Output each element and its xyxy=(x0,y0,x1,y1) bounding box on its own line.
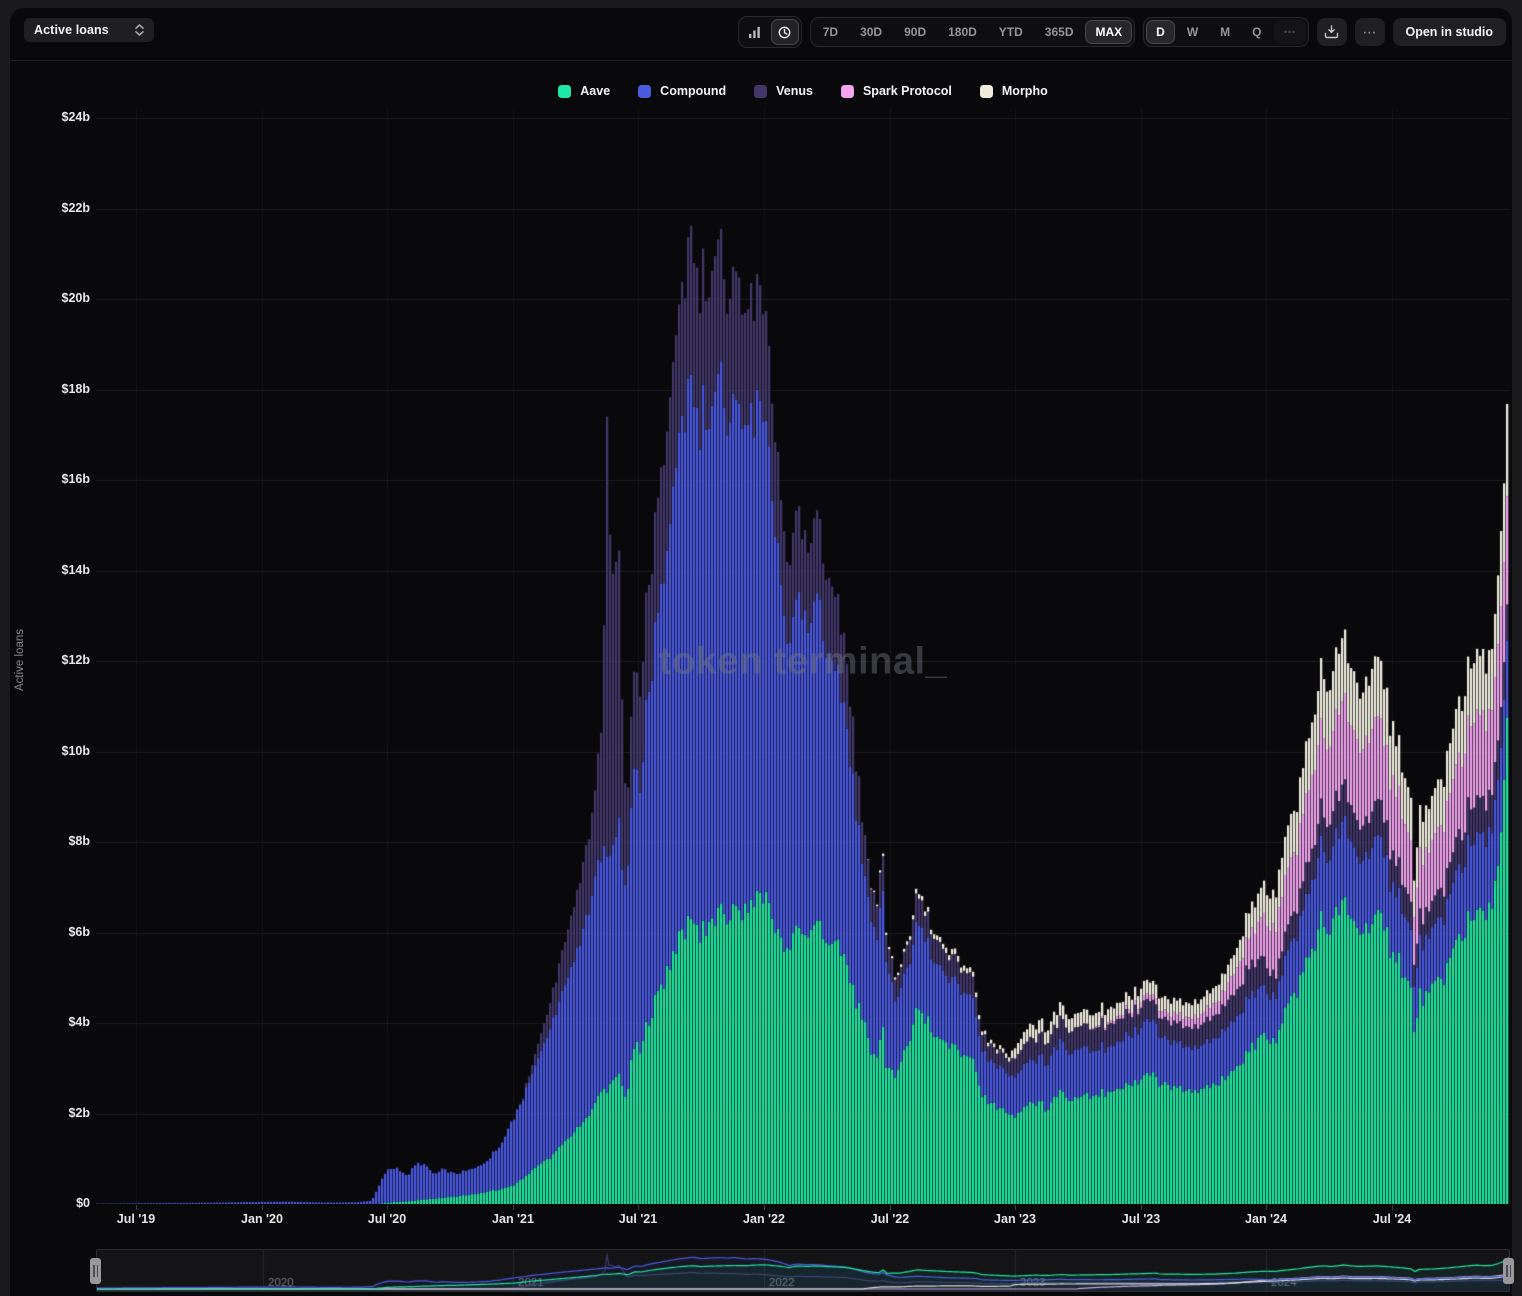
download-button[interactable] xyxy=(1317,18,1347,46)
x-axis-tick-label: Jan '21 xyxy=(471,1212,555,1226)
x-axis-tick-label: Jan '20 xyxy=(220,1212,304,1226)
y-axis-tick-label: $22b xyxy=(0,201,90,215)
x-axis-tick-mark xyxy=(1392,1205,1393,1210)
legend-item-aave[interactable]: Aave xyxy=(558,84,610,98)
view-toggle-group xyxy=(738,16,802,48)
y-axis-tick-label: $8b xyxy=(0,834,90,848)
x-axis-tick-label: Jan '23 xyxy=(973,1212,1057,1226)
legend-label: Compound xyxy=(660,84,726,98)
bar-chart-icon xyxy=(748,26,761,39)
y-axis-tick-label: $4b xyxy=(0,1015,90,1029)
range-ytd[interactable]: YTD xyxy=(989,20,1033,44)
navigator-left-handle[interactable] xyxy=(90,1258,101,1284)
timeline-navigator[interactable] xyxy=(96,1249,1510,1292)
x-axis-tick-label: Jan '22 xyxy=(722,1212,806,1226)
granularity-[interactable]: ⋯ xyxy=(1274,20,1306,44)
bar-chart-view-button[interactable] xyxy=(741,19,769,45)
x-axis-tick-mark xyxy=(1266,1205,1267,1210)
x-axis-tick-mark xyxy=(262,1205,263,1210)
navigator-mini-chart[interactable] xyxy=(97,1250,1509,1291)
range-7d[interactable]: 7D xyxy=(813,20,848,44)
granularity-w[interactable]: W xyxy=(1177,20,1208,44)
x-axis-tick-mark xyxy=(1141,1205,1142,1210)
time-range-group: 7D30D90D180DYTD365DMAX xyxy=(810,17,1135,47)
y-axis-tick-label: $24b xyxy=(0,110,90,124)
granularity-d[interactable]: D xyxy=(1146,20,1175,44)
granularity-group: DWMQ⋯ xyxy=(1143,17,1308,47)
granularity-q[interactable]: Q xyxy=(1242,20,1271,44)
legend-swatch-venus xyxy=(754,85,767,98)
header-divider xyxy=(10,60,1512,61)
range-max[interactable]: MAX xyxy=(1085,20,1132,44)
legend-swatch-spark-protocol xyxy=(841,85,854,98)
open-in-studio-button[interactable]: Open in studio xyxy=(1393,18,1507,46)
legend-item-venus[interactable]: Venus xyxy=(754,84,813,98)
y-axis-tick-label: $14b xyxy=(0,563,90,577)
x-axis-tick-label: Jul '23 xyxy=(1099,1212,1183,1226)
legend-label: Spark Protocol xyxy=(863,84,952,98)
legend-label: Venus xyxy=(776,84,813,98)
x-axis-tick-mark xyxy=(764,1205,765,1210)
range-180d[interactable]: 180D xyxy=(938,20,987,44)
granularity-m[interactable]: M xyxy=(1210,20,1240,44)
x-axis-tick-mark xyxy=(1015,1205,1016,1210)
y-axis-tick-label: $0 xyxy=(0,1196,90,1210)
legend-item-compound[interactable]: Compound xyxy=(638,84,726,98)
x-axis-tick-label: Jul '24 xyxy=(1350,1212,1434,1226)
x-axis-tick-label: Jul '22 xyxy=(848,1212,932,1226)
y-axis-tick-label: $6b xyxy=(0,925,90,939)
x-axis-tick-label: Jan '24 xyxy=(1224,1212,1308,1226)
y-axis-tick-label: $20b xyxy=(0,291,90,305)
x-axis-tick-label: Jul '21 xyxy=(596,1212,680,1226)
active-loans-stacked-area-chart[interactable] xyxy=(96,108,1510,1204)
legend-swatch-morpho xyxy=(980,85,993,98)
range-365d[interactable]: 365D xyxy=(1035,20,1084,44)
metric-selector[interactable]: Active loans xyxy=(24,18,154,42)
more-icon: ⋯ xyxy=(1363,25,1377,39)
x-axis-tick-label: Jul '19 xyxy=(94,1212,178,1226)
clock-icon xyxy=(778,26,791,39)
y-axis-tick-label: $16b xyxy=(0,472,90,486)
token-terminal-chart-page: Active loans 7D30D90D180DYTD365DMAX xyxy=(0,0,1522,1296)
y-axis-tick-label: $10b xyxy=(0,744,90,758)
chart-toolbar: 7D30D90D180DYTD365DMAX DWMQ⋯ ⋯ Open in s… xyxy=(738,16,1506,48)
legend-item-spark-protocol[interactable]: Spark Protocol xyxy=(841,84,952,98)
range-30d[interactable]: 30D xyxy=(850,20,892,44)
metric-selector-label: Active loans xyxy=(34,23,109,37)
legend-label: Aave xyxy=(580,84,610,98)
download-icon xyxy=(1324,25,1339,39)
x-axis-tick-mark xyxy=(387,1205,388,1210)
y-axis-tick-label: $2b xyxy=(0,1106,90,1120)
legend-swatch-compound xyxy=(638,85,651,98)
navigator-right-handle[interactable] xyxy=(1503,1258,1514,1284)
unfold-icon xyxy=(135,24,144,36)
more-options-button[interactable]: ⋯ xyxy=(1355,18,1385,46)
x-axis-tick-label: Jul '20 xyxy=(345,1212,429,1226)
x-axis-tick-mark xyxy=(638,1205,639,1210)
y-axis-tick-label: $18b xyxy=(0,382,90,396)
x-axis-tick-mark xyxy=(890,1205,891,1210)
range-90d[interactable]: 90D xyxy=(894,20,936,44)
legend-item-morpho[interactable]: Morpho xyxy=(980,84,1048,98)
x-axis-tick-mark xyxy=(513,1205,514,1210)
legend-label: Morpho xyxy=(1002,84,1048,98)
y-axis-tick-label: $12b xyxy=(0,653,90,667)
x-axis-tick-mark xyxy=(136,1205,137,1210)
time-series-view-button[interactable] xyxy=(771,19,799,45)
legend-swatch-aave xyxy=(558,85,571,98)
chart-legend: Aave Compound Venus Spark Protocol Morpho xyxy=(96,84,1510,98)
